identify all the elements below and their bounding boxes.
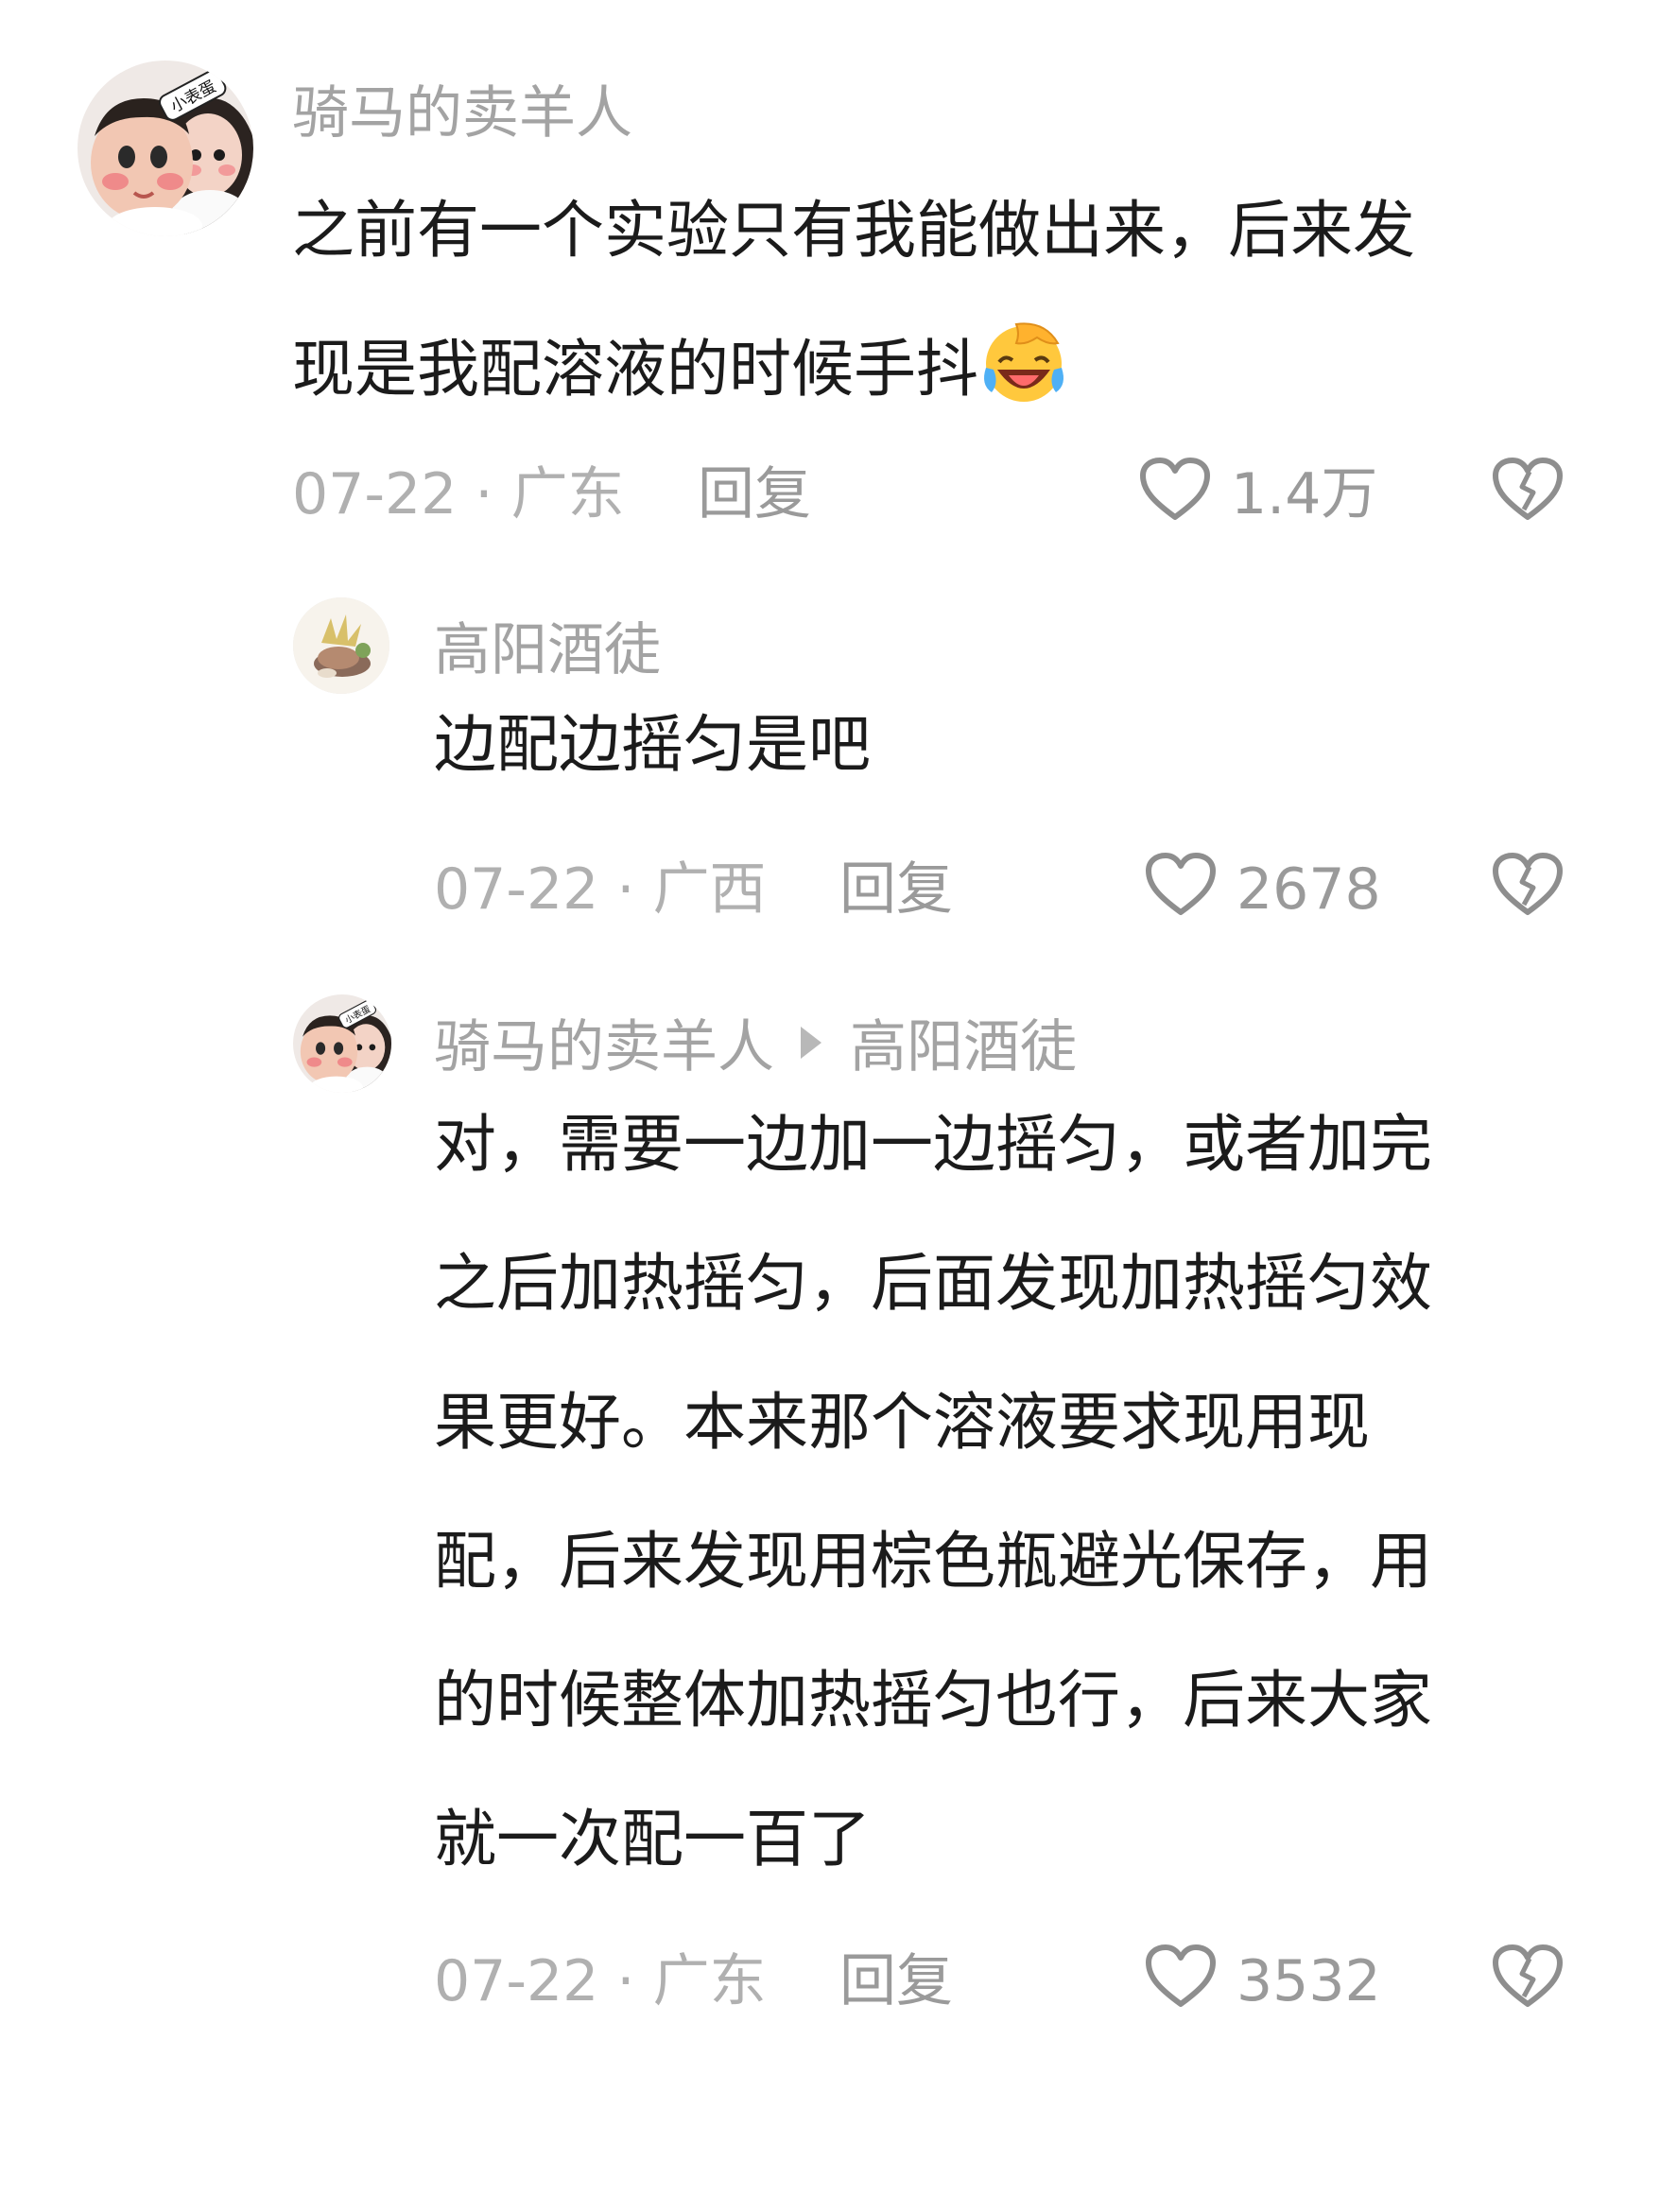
comment-line: 之后加热摇匀，后面发现加热摇匀效 [434, 1247, 1432, 1320]
reply-button[interactable]: 回复 [839, 1947, 953, 2015]
reply-header: 骑马的卖羊人 高阳酒徒 [434, 1013, 1077, 1081]
comment-text: 之前有一个实验只有我能做出来，后来发 现是我配溶液的时候手抖 [292, 161, 1415, 439]
comment-1: 小表蛋 骑马的卖羊人 之前有一个实验只有我能做出来，后来发 现是我配溶液的时候手… [0, 0, 1660, 567]
reply-to-username[interactable]: 高阳酒徒 [850, 1014, 1077, 1080]
avatar[interactable]: 小表蛋 [293, 994, 391, 1093]
comment-line: 边配边摇匀是吧 [434, 708, 871, 781]
avatar[interactable] [293, 597, 389, 694]
username[interactable]: 骑马的卖羊人 [434, 1014, 774, 1080]
username[interactable]: 骑马的卖羊人 [292, 79, 632, 147]
comment-text: 边配边摇匀是吧 [434, 700, 871, 790]
comment-3: 小表蛋 骑马的卖羊人 高阳酒徒 对，需要一边加一边摇匀，或者加完 之后加热摇匀，后… [0, 964, 1660, 2099]
avatar-food-image [293, 597, 389, 694]
dislike-broken-heart-icon[interactable] [1490, 455, 1565, 523]
comment-line: 现是我配溶液的时候手抖 [292, 300, 1415, 439]
laughing-crying-face-emoji-icon [978, 317, 1069, 407]
avatar-couple-image: 小表蛋 [78, 60, 253, 236]
comment-line: 就一次配一百了 [434, 1803, 871, 1875]
like-heart-icon[interactable] [1137, 455, 1213, 523]
date-location: 07-22 · 广西 [434, 856, 767, 923]
dislike-broken-heart-icon[interactable] [1490, 850, 1565, 918]
date-location: 07-22 · 广东 [292, 461, 625, 527]
comment-line: 果更好。本来那个溶液要求现用现 [434, 1386, 1370, 1459]
reply-button[interactable]: 回复 [839, 855, 953, 924]
comment-line: 配，后来发现用棕色瓶避光保存，用 [434, 1525, 1432, 1598]
like-heart-icon[interactable] [1143, 850, 1219, 918]
avatar-couple-image: 小表蛋 [293, 994, 391, 1093]
comment-2: 高阳酒徒 边配边摇匀是吧 07-22 · 广西 回复 2678 [0, 567, 1660, 964]
dislike-broken-heart-icon[interactable] [1490, 1942, 1565, 2010]
comment-line: 之前有一个实验只有我能做出来，后来发 [292, 194, 1415, 267]
like-count: 3532 [1236, 1948, 1381, 2014]
date-location: 07-22 · 广东 [434, 1948, 767, 2014]
username[interactable]: 高阳酒徒 [434, 616, 661, 684]
like-count: 1.4万 [1231, 461, 1378, 527]
avatar[interactable]: 小表蛋 [78, 60, 253, 236]
comment-line-text: 现是我配溶液的时候手抖 [292, 333, 978, 406]
like-count: 2678 [1236, 856, 1381, 923]
comment-text: 对，需要一边加一边摇匀，或者加完 之后加热摇匀，后面发现加热摇匀效 果更好。本来… [434, 1075, 1432, 1909]
comment-line: 对，需要一边加一边摇匀，或者加完 [434, 1108, 1432, 1181]
comment-line: 的时候整体加热摇匀也行，后来大家 [434, 1664, 1432, 1737]
reply-button[interactable]: 回复 [698, 460, 811, 528]
reply-to-arrow-icon [801, 1027, 821, 1059]
like-heart-icon[interactable] [1143, 1942, 1219, 2010]
